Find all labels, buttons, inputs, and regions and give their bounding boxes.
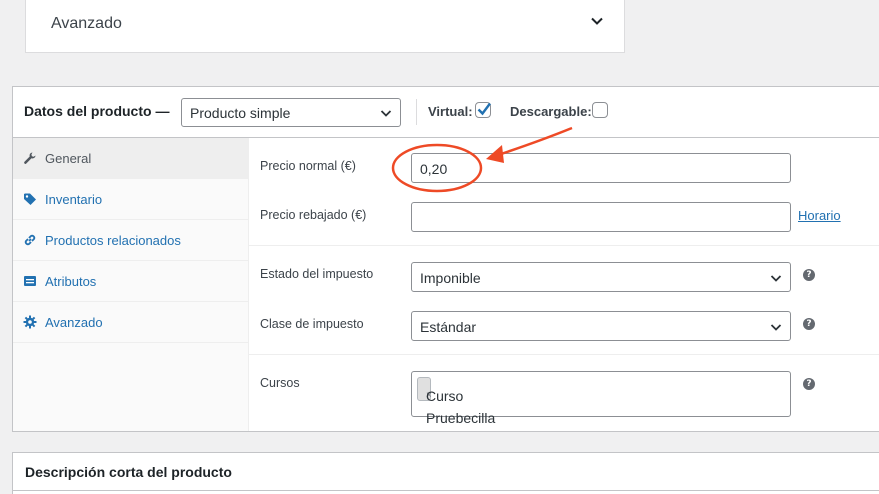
tag-icon [24,193,36,205]
downloadable-label: Descargable: [510,104,592,119]
course-token[interactable]: × Curso Pruebecilla [417,377,495,426]
downloadable-checkbox[interactable] [592,102,608,118]
product-type-value: Producto simple [190,105,291,121]
help-icon[interactable]: ? [803,269,815,281]
list-icon [24,276,36,286]
tab-label: Inventario [45,192,103,207]
tab-general[interactable]: General [13,138,248,179]
virtual-label: Virtual: [428,104,473,119]
regular-price-input[interactable]: 0,20 [411,153,791,183]
short-description-divider [13,490,879,491]
tab-linked-products[interactable]: Productos relacionados [13,220,248,261]
help-icon[interactable]: ? [803,318,815,330]
courses-label: Cursos [260,376,300,390]
regular-price-label: Precio normal (€) [260,159,356,173]
schedule-link[interactable]: Horario [798,208,841,223]
tab-label: Atributos [45,274,97,289]
product-data-title: Datos del producto — [24,103,170,119]
tax-class-value: Estándar [420,319,477,335]
tab-inventory[interactable]: Inventario [13,179,248,220]
short-description-panel: Descripción corta del producto [12,452,879,494]
product-data-tabs: General Inventario Productos relacionado… [13,138,249,431]
link-icon [24,234,36,246]
tab-advanced[interactable]: Avanzado [13,302,248,343]
product-type-select[interactable]: Producto simple [181,98,401,127]
tax-class-label: Clase de impuesto [260,317,364,331]
product-data-panel: Datos del producto — Producto simple Vir… [12,86,879,432]
advanced-section-label: Avanzado [51,15,122,32]
tax-status-select[interactable]: Imponible [411,262,791,292]
tax-status-label: Estado del impuesto [260,267,374,281]
section-divider [249,245,879,246]
chevron-down-icon [770,275,782,282]
short-description-title: Descripción corta del producto [25,464,232,480]
wrench-icon [24,152,36,164]
gear-icon [23,315,37,329]
help-icon[interactable]: ? [803,378,815,390]
section-divider [249,354,879,355]
chevron-down-icon [380,110,392,117]
chevron-down-icon[interactable] [590,14,604,28]
tab-label: General [45,151,92,166]
chevron-down-icon [770,324,782,331]
regular-price-value: 0,20 [420,161,448,177]
tax-class-select[interactable]: Estándar [411,311,791,341]
checkmark-icon [477,102,491,116]
product-data-header: Datos del producto — Producto simple Vir… [13,87,879,138]
sale-price-label: Precio rebajado (€) [260,208,367,222]
course-token-label: Curso Pruebecilla [426,388,496,426]
tab-attributes[interactable]: Atributos [13,261,248,302]
sale-price-input[interactable] [411,202,791,232]
header-divider [416,99,417,125]
tab-label: Productos relacionados [45,233,181,248]
general-tab-panel: Precio normal (€) 0,20 Precio rebajado (… [249,138,879,431]
tab-label: Avanzado [45,315,103,330]
virtual-checkbox[interactable] [475,102,491,118]
advanced-section-header[interactable]: Avanzado [25,0,625,53]
courses-multiselect[interactable]: × Curso Pruebecilla [411,371,791,426]
tax-status-value: Imponible [420,270,481,286]
